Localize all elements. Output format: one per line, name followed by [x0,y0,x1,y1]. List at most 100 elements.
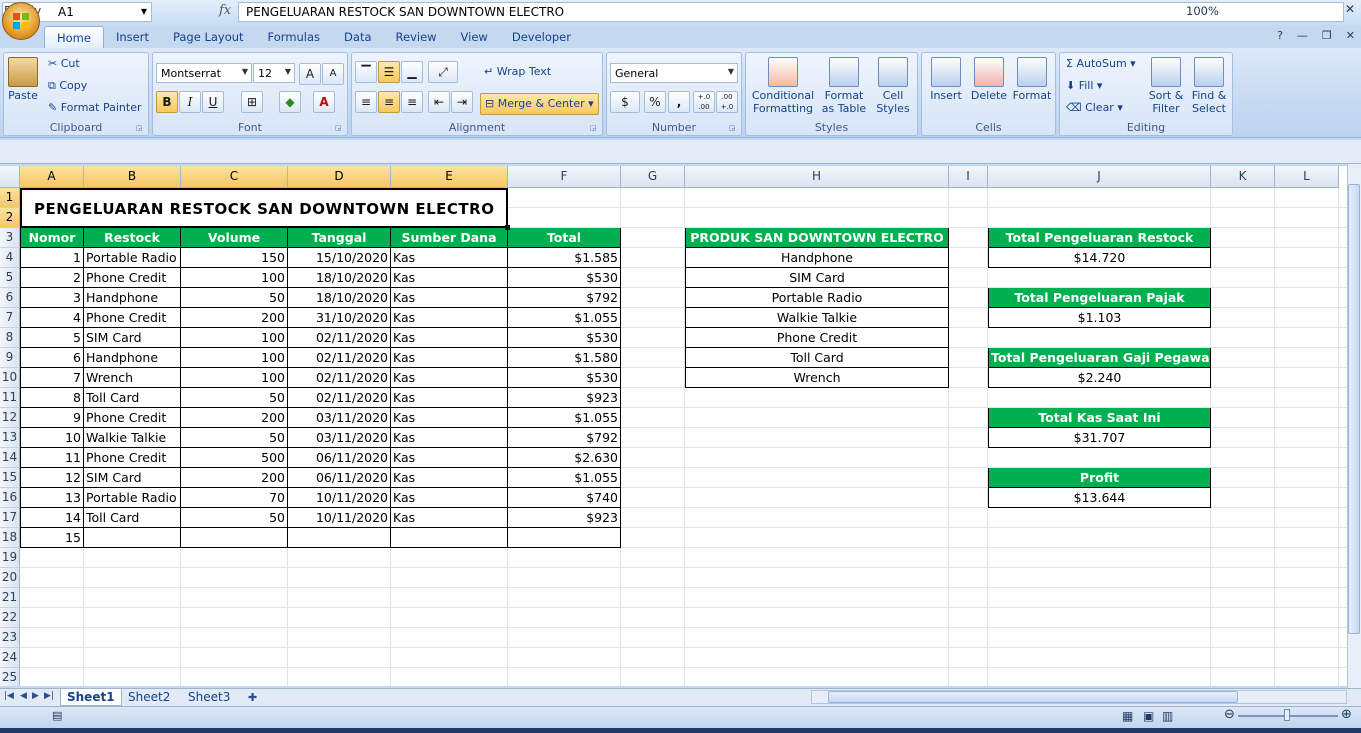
table-cell[interactable]: Kas [391,508,508,528]
table-cell[interactable]: 100 [181,348,288,368]
table-header-volume[interactable]: Volume [181,228,288,248]
product-item[interactable]: Wrench [685,368,949,388]
table-cell[interactable]: 12 [20,468,84,488]
sheet-tab-sheet1[interactable]: Sheet1 [60,689,122,706]
tab-insert[interactable]: Insert [104,26,161,48]
help-icon[interactable]: ? [1277,29,1283,42]
table-cell[interactable]: $530 [508,268,621,288]
column-header-c[interactable]: C [181,166,288,188]
table-cell[interactable]: 150 [181,248,288,268]
sort-filter-button[interactable]: Sort & Filter [1146,57,1186,115]
table-cell[interactable]: SIM Card [84,468,181,488]
table-cell[interactable]: Kas [391,448,508,468]
table-cell[interactable]: 18/10/2020 [288,268,391,288]
select-all-corner[interactable] [0,166,20,188]
row-header-24[interactable]: 24 [0,648,20,668]
font-launcher-icon[interactable]: ◲ [335,124,344,133]
page-layout-view-icon[interactable]: ▣ [1143,709,1154,723]
table-cell[interactable]: 06/11/2020 [288,448,391,468]
summary-label[interactable]: Total Pengeluaran Gaji Pegawai [988,348,1211,368]
wrap-text-button[interactable]: ↵ Wrap Text [484,65,551,78]
table-cell[interactable]: 10/11/2020 [288,508,391,528]
table-cell[interactable]: Kas [391,488,508,508]
product-item[interactable]: Portable Radio [685,288,949,308]
clipboard-launcher-icon[interactable]: ◲ [136,124,145,133]
first-sheet-icon[interactable]: |◀ [4,691,14,701]
table-cell[interactable] [288,528,391,548]
table-cell[interactable]: 4 [20,308,84,328]
worksheet-grid[interactable]: A B C D E F G H I J K L 1 2 3 4 5 6 7 8 9 10 11 12 13 14 15 16 17 18 1… [0,166,1347,686]
table-cell[interactable]: 14 [20,508,84,528]
table-cell[interactable]: 5 [20,328,84,348]
summary-label[interactable]: Total Kas Saat Ini [988,408,1211,428]
table-cell[interactable]: 15 [20,528,84,548]
row-header-22[interactable]: 22 [0,608,20,628]
fill-button[interactable]: ⬇ Fill ▾ [1066,79,1102,92]
table-cell[interactable]: 02/11/2020 [288,328,391,348]
table-cell[interactable]: 100 [181,368,288,388]
table-cell[interactable]: 7 [20,368,84,388]
tab-page-layout[interactable]: Page Layout [161,26,256,48]
table-cell[interactable]: 10/11/2020 [288,488,391,508]
align-bottom-button[interactable]: ▁ [401,61,423,83]
table-cell[interactable]: 50 [181,508,288,528]
table-cell[interactable]: $923 [508,508,621,528]
paste-button[interactable]: Paste [6,57,40,102]
table-cell[interactable]: Phone Credit [84,268,181,288]
ribbon-restore-icon[interactable]: ❐ [1322,29,1332,42]
close-icon[interactable]: ✕ [1345,2,1355,16]
table-cell[interactable]: $923 [508,388,621,408]
format-cells-button[interactable]: Format [1010,57,1054,102]
summary-value[interactable]: $14.720 [988,248,1211,268]
row-header-19[interactable]: 19 [0,548,20,568]
table-cell[interactable]: Kas [391,268,508,288]
row-header-14[interactable]: 14 [0,448,20,468]
autosum-button[interactable]: Σ AutoSum ▾ [1066,57,1136,70]
align-right-button[interactable]: ≡ [401,91,423,113]
alignment-launcher-icon[interactable]: ◲ [590,124,599,133]
table-cell[interactable]: 200 [181,468,288,488]
column-header-g[interactable]: G [621,166,685,188]
table-header-restock[interactable]: Restock [84,228,181,248]
summary-value[interactable]: $2.240 [988,368,1211,388]
underline-button[interactable]: U [202,91,224,113]
borders-button[interactable]: ⊞ [241,91,263,113]
delete-cells-button[interactable]: Delete [968,57,1010,102]
table-cell[interactable]: Phone Credit [84,308,181,328]
row-header-20[interactable]: 20 [0,568,20,588]
table-cell[interactable]: 3 [20,288,84,308]
table-cell[interactable]: 500 [181,448,288,468]
clear-button[interactable]: ⌫ Clear ▾ [1066,101,1123,114]
summary-label[interactable]: Profit [988,468,1211,488]
row-header-25[interactable]: 25 [0,668,20,686]
row-header-1[interactable]: 1 [0,188,20,208]
table-cell[interactable]: 31/10/2020 [288,308,391,328]
vertical-scroll-thumb[interactable] [1348,184,1360,634]
table-header-tanggal[interactable]: Tanggal [288,228,391,248]
column-header-a[interactable]: A [20,166,84,188]
table-cell[interactable]: 10 [20,428,84,448]
formula-input[interactable]: PENGELUARAN RESTOCK SAN DOWNTOWN ELECTRO [238,2,1344,22]
summary-label[interactable]: Total Pengeluaran Pajak [988,288,1211,308]
row-header-15[interactable]: 15 [0,468,20,488]
table-cell[interactable]: 100 [181,268,288,288]
align-left-button[interactable]: ≡ [355,91,377,113]
decrease-indent-button[interactable]: ⇤ [428,91,450,113]
table-cell[interactable]: $792 [508,428,621,448]
tab-review[interactable]: Review [384,26,449,48]
table-cell[interactable]: Kas [391,308,508,328]
column-header-b[interactable]: B [84,166,181,188]
table-cell[interactable]: $792 [508,288,621,308]
row-header-18[interactable]: 18 [0,528,20,548]
row-header-6[interactable]: 6 [0,288,20,308]
row-header-23[interactable]: 23 [0,628,20,648]
zoom-out-icon[interactable]: ⊖ [1224,707,1235,722]
row-header-13[interactable]: 13 [0,428,20,448]
summary-value[interactable]: $31.707 [988,428,1211,448]
row-header-9[interactable]: 9 [0,348,20,368]
table-cell[interactable]: Phone Credit [84,408,181,428]
table-cell[interactable]: $740 [508,488,621,508]
cell-styles-button[interactable]: Cell Styles [870,57,916,115]
table-cell[interactable]: 03/11/2020 [288,428,391,448]
column-header-e[interactable]: E [391,166,508,188]
